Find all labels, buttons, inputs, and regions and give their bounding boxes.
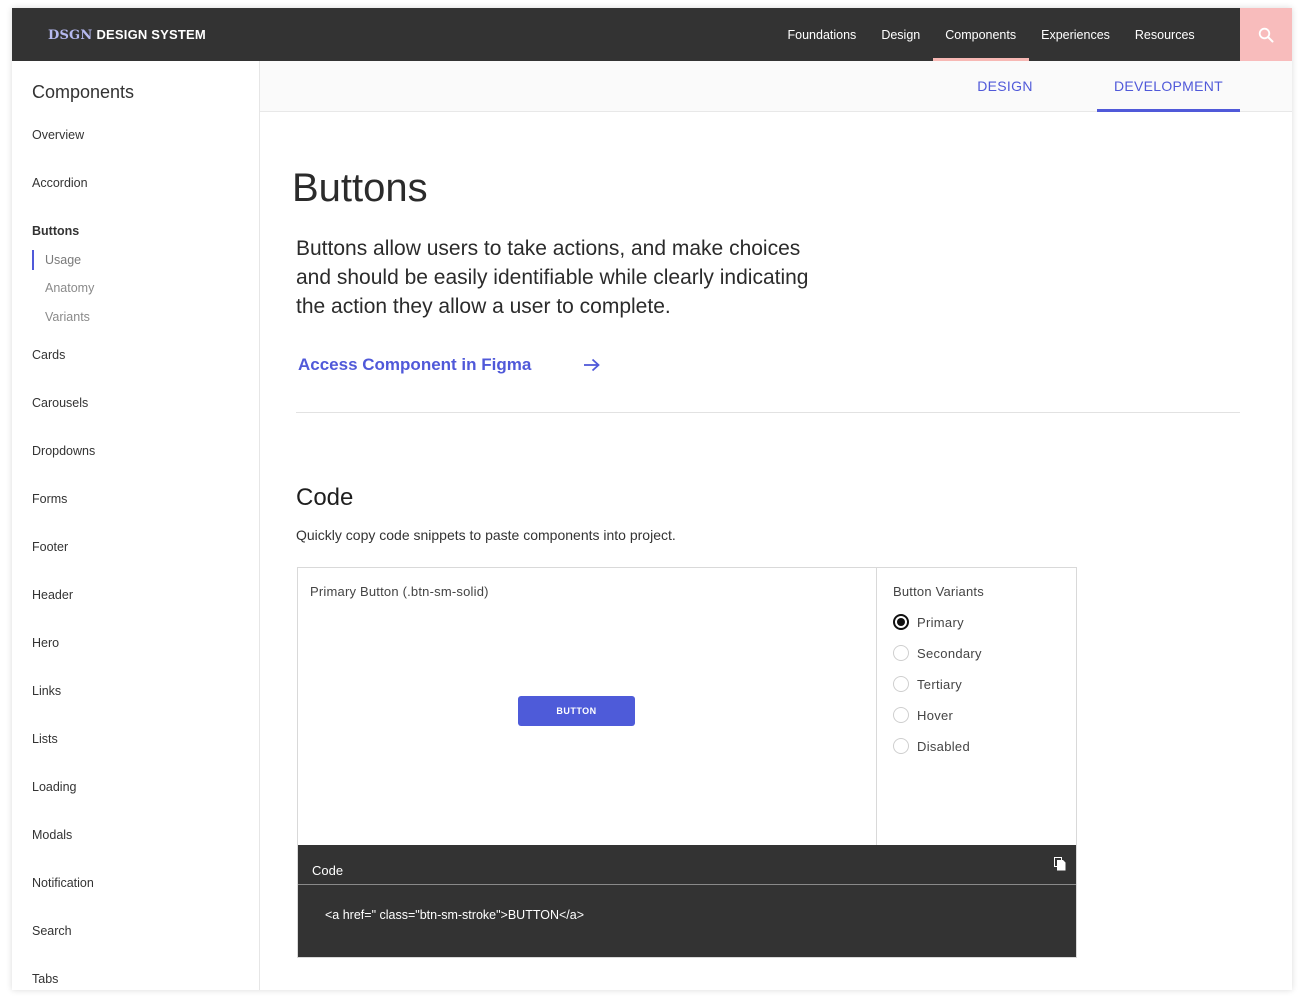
sidebar-item-carousels[interactable]: Carousels [32, 396, 88, 410]
sidebar-item-accordion[interactable]: Accordion [32, 176, 88, 190]
sidebar-subitem-usage[interactable]: Usage [31, 250, 81, 270]
arrow-right-icon [583, 358, 601, 372]
sidebar-item-lists[interactable]: Lists [32, 732, 58, 746]
code-panel-label: Code [312, 863, 344, 878]
nav-item-design[interactable]: Design [869, 8, 933, 61]
sidebar-item-footer[interactable]: Footer [32, 540, 68, 554]
code-panel: Code <a href=" class="btn-sm-stroke">BUT… [298, 845, 1076, 957]
nav-item-resources[interactable]: Resources [1122, 8, 1207, 61]
component-demo: Primary Button (.btn-sm-solid) BUTTON Bu… [297, 567, 1077, 958]
search-button[interactable] [1240, 8, 1292, 61]
logo-mark: DSGN [48, 28, 93, 43]
sidebar-item-forms[interactable]: Forms [32, 492, 67, 506]
sidebar-item-links[interactable]: Links [32, 684, 61, 698]
sidebar-item-overview[interactable]: Overview [32, 128, 84, 142]
sidebar-subitem-anatomy[interactable]: Anatomy [45, 281, 94, 295]
app-frame: DSGN DESIGN SYSTEM Foundations Design Com… [12, 8, 1292, 990]
code-section-description: Quickly copy code snippets to paste comp… [296, 527, 676, 543]
sidebar-item-modals[interactable]: Modals [32, 828, 72, 842]
variant-label: Primary [917, 614, 964, 630]
sidebar-item-notification[interactable]: Notification [32, 876, 94, 890]
radio-unchecked-icon[interactable] [893, 645, 909, 661]
tab-development[interactable]: DEVELOPMENT [1097, 61, 1240, 112]
figma-link[interactable]: Access Component in Figma [298, 355, 601, 375]
variant-label: Hover [917, 707, 954, 723]
sidebar-item-search[interactable]: Search [32, 924, 72, 938]
top-navbar: DSGN DESIGN SYSTEM Foundations Design Com… [12, 8, 1292, 61]
main-nav: Foundations Design Components Experience… [775, 8, 1207, 61]
sidebar-subitem-variants[interactable]: Variants [45, 310, 90, 324]
search-icon [1258, 27, 1274, 42]
sidebar-item-tabs[interactable]: Tabs [32, 972, 58, 986]
nav-item-foundations[interactable]: Foundations [775, 8, 869, 61]
variant-label: Secondary [917, 645, 982, 661]
variant-option-primary[interactable]: Primary [893, 614, 964, 630]
preview-label: Primary Button (.btn-sm-solid) [310, 584, 489, 599]
radio-checked-icon[interactable] [893, 614, 909, 630]
radio-unchecked-icon[interactable] [893, 676, 909, 692]
logo[interactable]: DSGN DESIGN SYSTEM [48, 27, 206, 43]
page-title: Buttons [292, 166, 428, 210]
code-panel-header: Code [298, 845, 1076, 885]
demo-primary-button[interactable]: BUTTON [518, 696, 635, 726]
copy-icon[interactable] [1054, 857, 1066, 876]
sidebar-item-loading[interactable]: Loading [32, 780, 77, 794]
section-divider [296, 412, 1240, 413]
page-tabs: DESIGN DEVELOPMENT [260, 61, 1292, 112]
nav-item-components[interactable]: Components [932, 8, 1029, 61]
radio-unchecked-icon[interactable] [893, 707, 909, 723]
sidebar-item-cards[interactable]: Cards [32, 348, 65, 362]
variants-pane: Button Variants Primary Secondary Tertia… [877, 568, 1076, 845]
code-section-title: Code [296, 484, 354, 511]
nav-item-experiences[interactable]: Experiences [1029, 8, 1123, 61]
variant-label: Tertiary [917, 676, 963, 692]
preview-pane: Primary Button (.btn-sm-solid) BUTTON [298, 568, 877, 845]
tab-design[interactable]: DESIGN [945, 61, 1065, 111]
sidebar-title: Components [32, 82, 135, 102]
variant-option-hover[interactable]: Hover [893, 707, 953, 723]
radio-unchecked-icon[interactable] [893, 738, 909, 754]
variant-label: Disabled [917, 738, 970, 754]
variant-option-tertiary[interactable]: Tertiary [893, 676, 962, 692]
sidebar-item-buttons[interactable]: Buttons [32, 224, 79, 238]
variant-option-disabled[interactable]: Disabled [893, 738, 970, 754]
variants-title: Button Variants [893, 584, 984, 599]
code-snippet[interactable]: <a href=" class="btn-sm-stroke">BUTTON</… [325, 908, 584, 922]
sidebar: Components Overview Accordion Buttons Us… [12, 61, 260, 990]
sidebar-item-hero[interactable]: Hero [32, 636, 59, 650]
logo-text: DESIGN SYSTEM [96, 27, 206, 42]
sidebar-item-dropdowns[interactable]: Dropdowns [32, 444, 95, 458]
variant-option-secondary[interactable]: Secondary [893, 645, 982, 661]
page-intro: Buttons allow users to take actions, and… [296, 237, 809, 318]
sidebar-item-header[interactable]: Header [32, 588, 73, 602]
figma-link-label: Access Component in Figma [298, 355, 532, 374]
